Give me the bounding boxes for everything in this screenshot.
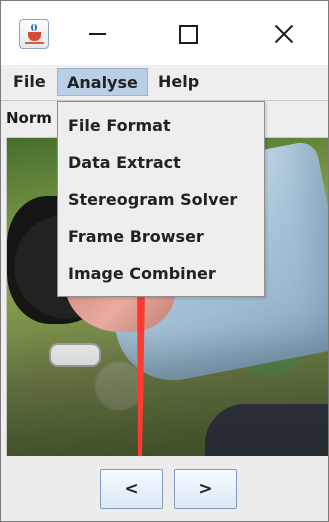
red-arrow-annotation <box>126 271 156 459</box>
previous-button[interactable]: < <box>100 469 163 509</box>
steam-icon <box>31 24 37 31</box>
menu-help[interactable]: Help <box>158 68 199 96</box>
coffee-cup-icon <box>25 32 44 44</box>
menu-file[interactable]: File <box>13 68 46 96</box>
menu-item-image-combiner[interactable]: Image Combiner <box>68 258 216 290</box>
menu-bar: File Analyse Help <box>1 65 328 101</box>
close-button[interactable] <box>267 17 301 51</box>
minimize-icon <box>88 33 106 35</box>
next-button[interactable]: > <box>174 469 237 509</box>
menu-item-frame-browser[interactable]: Frame Browser <box>68 221 204 253</box>
maximize-button[interactable] <box>171 17 205 51</box>
title-bar <box>1 1 328 65</box>
navigation-bar: < > <box>1 456 328 521</box>
application-window: File Analyse Help Norm File Format Data … <box>0 0 329 522</box>
close-icon <box>274 24 294 44</box>
menu-analyse[interactable]: Analyse <box>57 68 148 96</box>
menu-item-stereogram-solver[interactable]: Stereogram Solver <box>68 184 237 216</box>
maximize-icon <box>178 24 198 44</box>
minimize-button[interactable] <box>80 17 114 51</box>
analyse-dropdown-menu: File Format Data Extract Stereogram Solv… <box>57 101 265 297</box>
menu-item-file-format[interactable]: File Format <box>68 110 171 142</box>
java-app-icon[interactable] <box>19 19 49 49</box>
partial-toolbar-label: Norm <box>6 109 52 127</box>
menu-item-data-extract[interactable]: Data Extract <box>68 147 181 179</box>
